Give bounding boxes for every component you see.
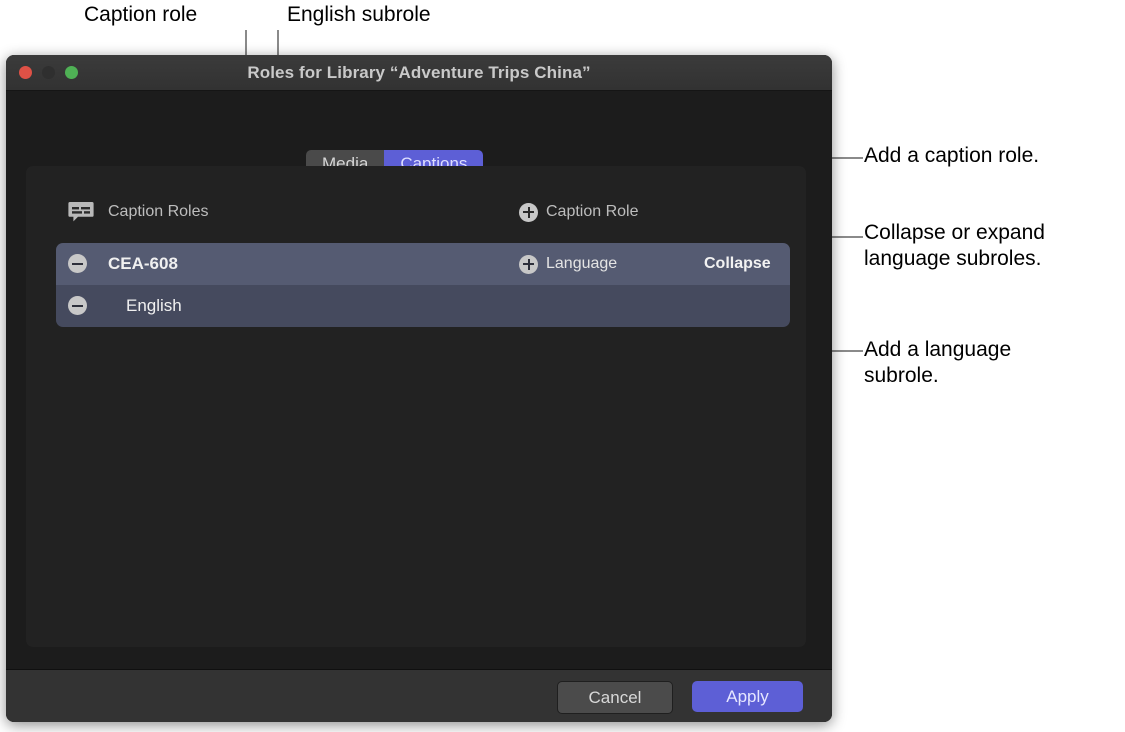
- collapse-button[interactable]: Collapse: [704, 243, 771, 285]
- cancel-button[interactable]: Cancel: [557, 681, 673, 714]
- annotation-add-language-subrole: Add a language subrole.: [864, 337, 1011, 389]
- caption-roles-icon: [68, 201, 94, 223]
- plus-circle-icon: [519, 203, 538, 222]
- roles-panel: Caption Roles Caption Role CEA-608 Langu…: [26, 166, 806, 647]
- window-title: Roles for Library “Adventure Trips China…: [6, 55, 832, 90]
- role-name-label: CEA-608: [108, 243, 178, 285]
- minus-circle-icon[interactable]: [68, 296, 87, 315]
- subrole-name-label: English: [126, 285, 182, 327]
- roles-dialog-window: Roles for Library “Adventure Trips China…: [6, 55, 832, 722]
- window-footer: Cancel Apply: [6, 669, 832, 722]
- caption-roles-header-row: Caption Roles Caption Role: [26, 198, 806, 226]
- add-language-label: Language: [546, 255, 617, 273]
- annotation-add-caption-role: Add a caption role.: [864, 143, 1039, 169]
- add-language-button[interactable]: Language: [519, 243, 617, 285]
- plus-circle-icon: [519, 255, 538, 274]
- table-row[interactable]: English: [56, 285, 790, 327]
- annotation-collapse-expand: Collapse or expand language subroles.: [864, 220, 1045, 272]
- window-titlebar: Roles for Library “Adventure Trips China…: [6, 55, 832, 91]
- minus-circle-icon[interactable]: [68, 254, 87, 273]
- add-caption-role-button[interactable]: Caption Role: [519, 198, 639, 226]
- caption-roles-label: Caption Roles: [108, 198, 209, 226]
- table-row[interactable]: CEA-608 Language Collapse: [56, 243, 790, 285]
- window-body: Media Captions Caption Roles Ca: [6, 91, 832, 669]
- apply-button[interactable]: Apply: [692, 681, 803, 712]
- annotation-english-subrole: English subrole: [287, 2, 431, 28]
- add-caption-role-label: Caption Role: [546, 203, 639, 221]
- annotation-caption-role: Caption role: [84, 2, 197, 28]
